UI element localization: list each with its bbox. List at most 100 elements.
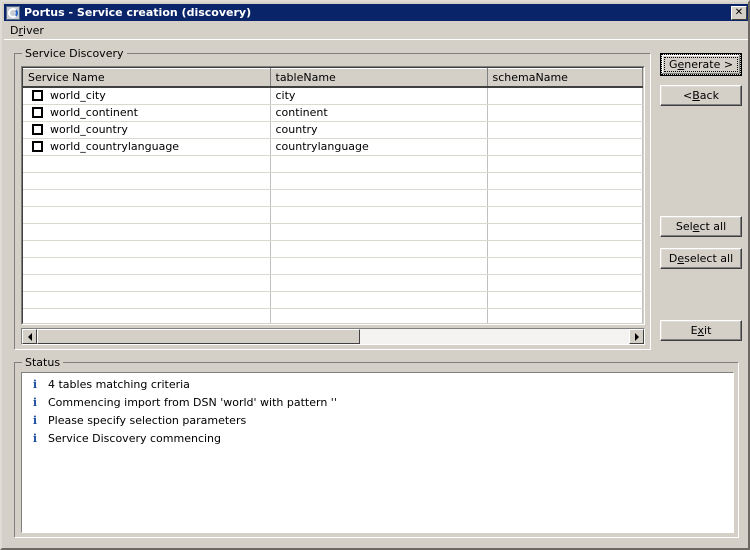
cell-empty bbox=[487, 155, 643, 173]
table-row-empty[interactable] bbox=[23, 257, 643, 275]
back-label-after: ack bbox=[699, 89, 719, 102]
info-icon: i bbox=[32, 395, 38, 409]
cell-schema-name bbox=[487, 138, 643, 156]
cell-schema-name bbox=[487, 104, 643, 122]
cell-table-name: city bbox=[270, 87, 488, 105]
status-message-text: Service Discovery commencing bbox=[48, 431, 221, 445]
cell-empty bbox=[270, 172, 488, 190]
service-name-label: world_city bbox=[50, 89, 106, 103]
cell-empty bbox=[487, 223, 643, 241]
table-row-empty[interactable] bbox=[23, 240, 643, 258]
table-row-empty[interactable] bbox=[23, 155, 643, 173]
scrollbar-track[interactable] bbox=[37, 329, 629, 344]
cell-service-name: world_country bbox=[23, 121, 271, 139]
status-message-list[interactable]: i 4 tables matching criteria i Commencing i… bbox=[21, 372, 734, 533]
cell-empty bbox=[270, 206, 488, 224]
row-checkbox[interactable] bbox=[32, 90, 43, 102]
cell-empty bbox=[270, 291, 488, 309]
table-row[interactable]: world_continent continent bbox=[23, 104, 643, 122]
cell-empty bbox=[487, 257, 643, 275]
application-window: Portus - Service creation (discovery) ✕ … bbox=[0, 0, 750, 550]
cell-empty bbox=[23, 257, 271, 275]
select-all-label-accel: e bbox=[692, 220, 700, 233]
info-icon: i bbox=[32, 413, 38, 427]
service-table-container: Service Name tableName schemaName world_… bbox=[21, 66, 645, 325]
title-bar: Portus - Service creation (discovery) ✕ bbox=[4, 4, 748, 21]
service-name-label: world_country bbox=[50, 123, 128, 136]
service-discovery-group-label: Service Discovery bbox=[22, 47, 127, 60]
column-header-service-name[interactable]: Service Name bbox=[23, 68, 271, 88]
cell-empty bbox=[23, 155, 271, 173]
table-row-empty[interactable] bbox=[23, 206, 643, 224]
close-icon[interactable]: ✕ bbox=[731, 5, 747, 20]
generate-label-before: G bbox=[668, 58, 678, 71]
cell-empty bbox=[23, 240, 271, 258]
table-row-empty[interactable] bbox=[23, 172, 643, 190]
table-row-empty[interactable] bbox=[23, 274, 643, 292]
client-area: Service Discovery Service Name tableName… bbox=[4, 39, 748, 548]
table-horizontal-scrollbar[interactable] bbox=[21, 328, 645, 345]
exit-button[interactable]: Ex it bbox=[660, 320, 742, 341]
exit-label-after: it bbox=[704, 324, 712, 337]
back-label-accel: B bbox=[692, 89, 700, 102]
deselect-all-label-before: D bbox=[668, 252, 678, 265]
cell-schema-name bbox=[487, 87, 643, 105]
cell-empty bbox=[23, 291, 271, 309]
scrollbar-thumb[interactable] bbox=[37, 329, 360, 344]
cell-empty bbox=[487, 189, 643, 207]
cell-empty bbox=[23, 206, 271, 224]
row-checkbox[interactable] bbox=[32, 141, 43, 152]
portus-ring-icon bbox=[6, 5, 20, 20]
cell-empty bbox=[487, 206, 643, 224]
menu-driver-label-after: iver bbox=[23, 23, 44, 37]
scroll-left-icon[interactable] bbox=[22, 329, 37, 344]
status-message-text: Please specify selection parameters bbox=[48, 413, 247, 427]
service-discovery-group: Service Discovery Service Name tableName… bbox=[14, 47, 651, 350]
cell-empty bbox=[270, 257, 488, 275]
table-row[interactable]: world_city city bbox=[23, 87, 643, 105]
cell-empty bbox=[270, 308, 488, 323]
generate-label-after: nerate > bbox=[684, 58, 734, 71]
cell-empty bbox=[270, 223, 488, 241]
cell-empty bbox=[270, 240, 488, 258]
column-header-table-name[interactable]: tableName bbox=[270, 68, 488, 88]
status-row[interactable]: i 4 tables matching criteria bbox=[22, 375, 733, 393]
generate-label-accel: e bbox=[677, 58, 685, 71]
cell-empty bbox=[270, 155, 488, 173]
column-header-schema-name[interactable]: schemaName bbox=[487, 68, 643, 88]
exit-label-before: E bbox=[690, 324, 698, 337]
table-row-empty[interactable] bbox=[23, 189, 643, 207]
cell-empty bbox=[487, 308, 643, 323]
row-checkbox[interactable] bbox=[32, 107, 43, 118]
status-message-text: Commencing import from DSN 'world' with … bbox=[48, 395, 337, 409]
cell-service-name: world_countrylanguage bbox=[23, 138, 271, 156]
table-row-empty[interactable] bbox=[23, 223, 643, 241]
table-row-empty[interactable] bbox=[23, 308, 643, 323]
cell-empty bbox=[23, 189, 271, 207]
table-row[interactable]: world_countrylanguage countrylanguage bbox=[23, 138, 643, 156]
cell-table-name: continent bbox=[270, 104, 488, 122]
deselect-all-button[interactable]: De select all bbox=[660, 248, 742, 269]
menu-driver[interactable]: Driver bbox=[4, 22, 50, 39]
deselect-all-label-accel: e bbox=[677, 252, 685, 265]
window-title: Portus - Service creation (discovery) bbox=[24, 6, 252, 19]
cell-table-name: countrylanguage bbox=[270, 138, 488, 156]
back-button[interactable]: < Back bbox=[660, 85, 742, 106]
cell-empty bbox=[23, 308, 271, 323]
scroll-right-icon[interactable] bbox=[629, 329, 644, 344]
info-icon: i bbox=[32, 377, 38, 391]
status-message-text: 4 tables matching criteria bbox=[48, 377, 190, 391]
cell-empty bbox=[487, 240, 643, 258]
info-icon: i bbox=[32, 431, 38, 445]
status-row[interactable]: i Please specify selection parameters bbox=[22, 411, 733, 429]
row-checkbox[interactable] bbox=[32, 124, 43, 135]
status-row[interactable]: i Service Discovery commencing bbox=[22, 429, 733, 447]
status-row[interactable]: i Commencing import from DSN 'world' with… bbox=[22, 393, 733, 411]
cell-empty bbox=[270, 189, 488, 207]
service-table: Service Name tableName schemaName world_… bbox=[23, 68, 643, 323]
table-row[interactable]: world_country country bbox=[23, 121, 643, 139]
generate-button[interactable]: Ge nerate > bbox=[660, 53, 742, 76]
select-all-button[interactable]: Sel e ct all bbox=[660, 216, 742, 237]
cell-empty bbox=[23, 223, 271, 241]
table-row-empty[interactable] bbox=[23, 291, 643, 309]
